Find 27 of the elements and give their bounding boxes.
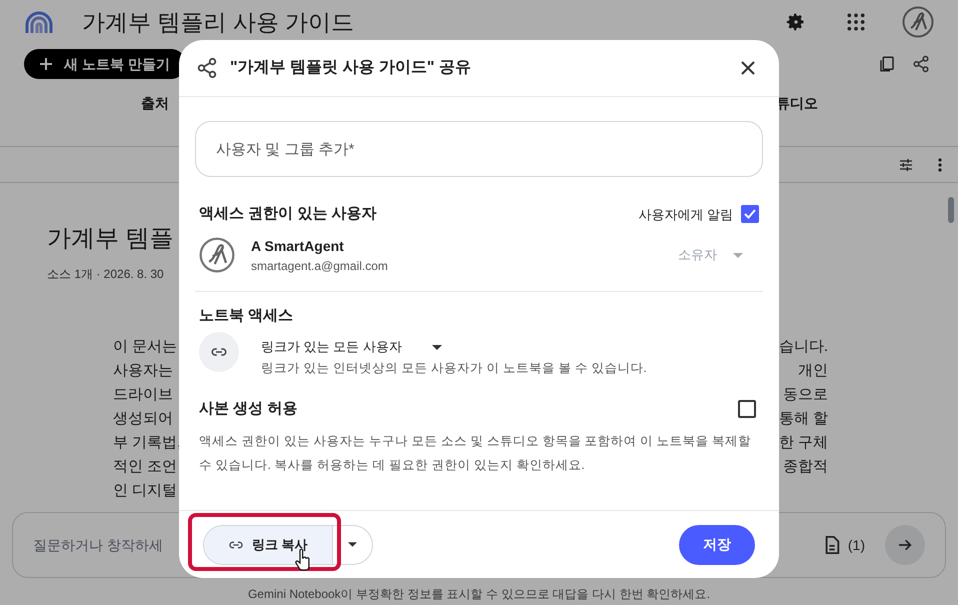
section-heading: 액세스 권한이 있는 사용자 [199,204,377,224]
body-text: 적인 조언 [113,457,178,477]
notebook-title: 가계부 템플리 사용 가이드 [82,8,354,37]
body-text: 사용자는 [113,361,174,381]
person-email: smartagent.a@gmail.com [251,258,388,274]
body-text: 이 문서는 [113,337,178,357]
body-text: 생성되어 [113,409,174,429]
person-name: A SmartAgent [251,236,345,256]
body-text: 동으로 [783,385,828,405]
body-text: 종합적 [783,457,828,477]
body-text: 습니다. [778,337,828,357]
body-text: 인 디지털 [113,481,178,501]
notify-label: 사용자에게 알림 [638,206,733,224]
body-text: 개인 [798,361,828,381]
body-text: 통해 할 [778,409,828,429]
disclaimer-text: Gemini Notebook이 부정확한 정보를 표시할 수 있으므로 대답을 다시 한번 확인하세요. [246,586,712,603]
document-title: 가계부 템플 [47,224,174,254]
body-text: 드라이브 [113,385,174,405]
document-meta: 소스 1개 · 2026. 8. 30 [47,266,164,283]
body-text: 한 구체 [778,433,828,453]
copy-description: 액세스 권한이 있는 사용자는 누구나 모든 소스 및 스튜디오 항목을 포함하여 이 노트북을 복제할 수 있습니다. 복사를 허용하는 데 필요한 권한이 있는지 확인하세요. [198,433,752,474]
body-text: 부 기록법, [113,433,182,453]
dialog-title: "가계부 템플릿 사용 가이드" 공유 [230,58,471,78]
source-count: (1) [848,536,865,555]
access-description: 링크가 있는 인터넷상의 모든 사용자가 이 노트북을 볼 수 있습니다. [261,360,647,377]
section-heading: 노트북 액세스 [198,306,294,326]
section-heading: 사본 생성 허용 [199,398,298,419]
